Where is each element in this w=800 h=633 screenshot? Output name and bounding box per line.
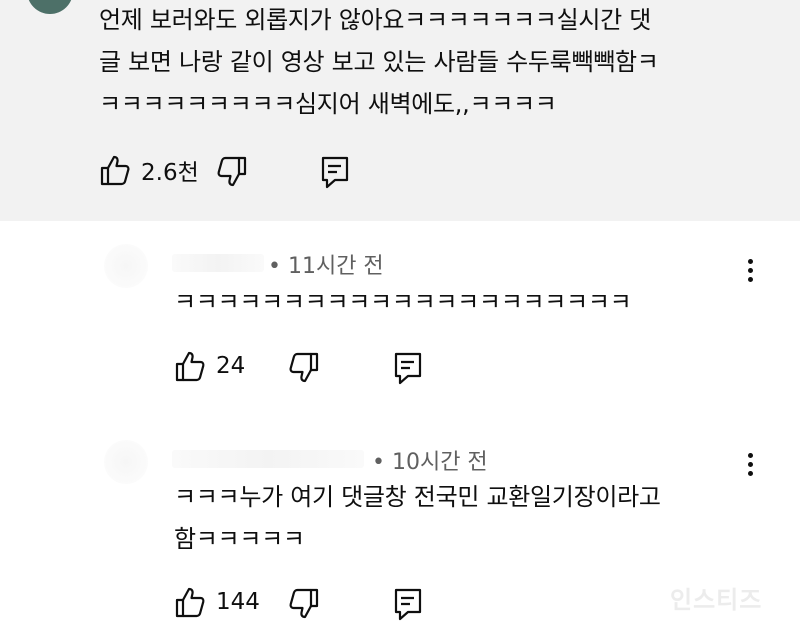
comment-text-line: ㅋㅋㅋㅋㅋㅋㅋㅋㅋㅋㅋㅋㅋㅋㅋㅋㅋㅋㅋㅋㅋ [174,288,632,316]
more-vert-icon[interactable] [745,453,755,481]
comment-actions: 144 [174,585,474,625]
reply-button[interactable] [321,156,349,190]
comment-text-line: ㅋㅋㅋ누가 여기 댓글창 전국민 교환일기장이라고 [174,483,661,511]
comment-timestamp: • 10시간 전 [372,450,488,475]
like-button[interactable]: 2.6천 [99,153,199,187]
reply-icon [321,156,349,189]
comment-text-line: 함ㅋㅋㅋㅋㅋ [174,525,305,553]
dislike-button[interactable] [288,587,320,621]
reply-icon [394,352,422,385]
like-button[interactable]: 144 [174,585,260,619]
thumb-up-icon [175,587,205,618]
reply-button[interactable] [394,352,422,386]
highlighted-comment: 언제 보러와도 외롭지가 않아요ㅋㅋㅋㅋㅋㅋㅋ실시간 댓 글 보면 나랑 같이 … [0,0,800,221]
like-button[interactable]: 24 [174,349,245,383]
author-name[interactable] [172,254,264,272]
dislike-button[interactable] [216,155,248,189]
comment-text-line: 글 보면 나랑 같이 영상 보고 있는 사람들 수두룩빽빽함ㅋ [99,48,659,76]
comment-actions: 2.6천 [99,153,399,193]
comment-timestamp: • 11시간 전 [268,254,384,279]
watermark: 인스티즈 [670,586,763,614]
author-name[interactable] [172,450,364,468]
avatar[interactable] [104,440,148,484]
thumb-down-icon [289,352,319,383]
reply-icon [394,588,422,621]
like-count: 144 [216,589,260,615]
like-count: 2.6천 [141,160,199,186]
thumb-up-icon [175,351,205,382]
thumb-up-icon [100,155,130,186]
thumb-down-icon [289,588,319,619]
comment-text-line: 언제 보러와도 외롭지가 않아요ㅋㅋㅋㅋㅋㅋㅋ실시간 댓 [99,6,652,34]
thumb-down-icon [217,156,247,187]
avatar[interactable] [104,244,148,288]
more-vert-icon[interactable] [745,259,755,287]
avatar[interactable] [27,0,73,14]
comment-actions: 24 [174,349,474,389]
comment-text-line: ㅋㅋㅋㅋㅋㅋㅋㅋㅋ심지어 새벽에도,,ㅋㅋㅋㅋ [99,90,557,118]
dislike-button[interactable] [288,351,320,385]
reply-button[interactable] [394,588,422,622]
like-count: 24 [216,353,246,379]
